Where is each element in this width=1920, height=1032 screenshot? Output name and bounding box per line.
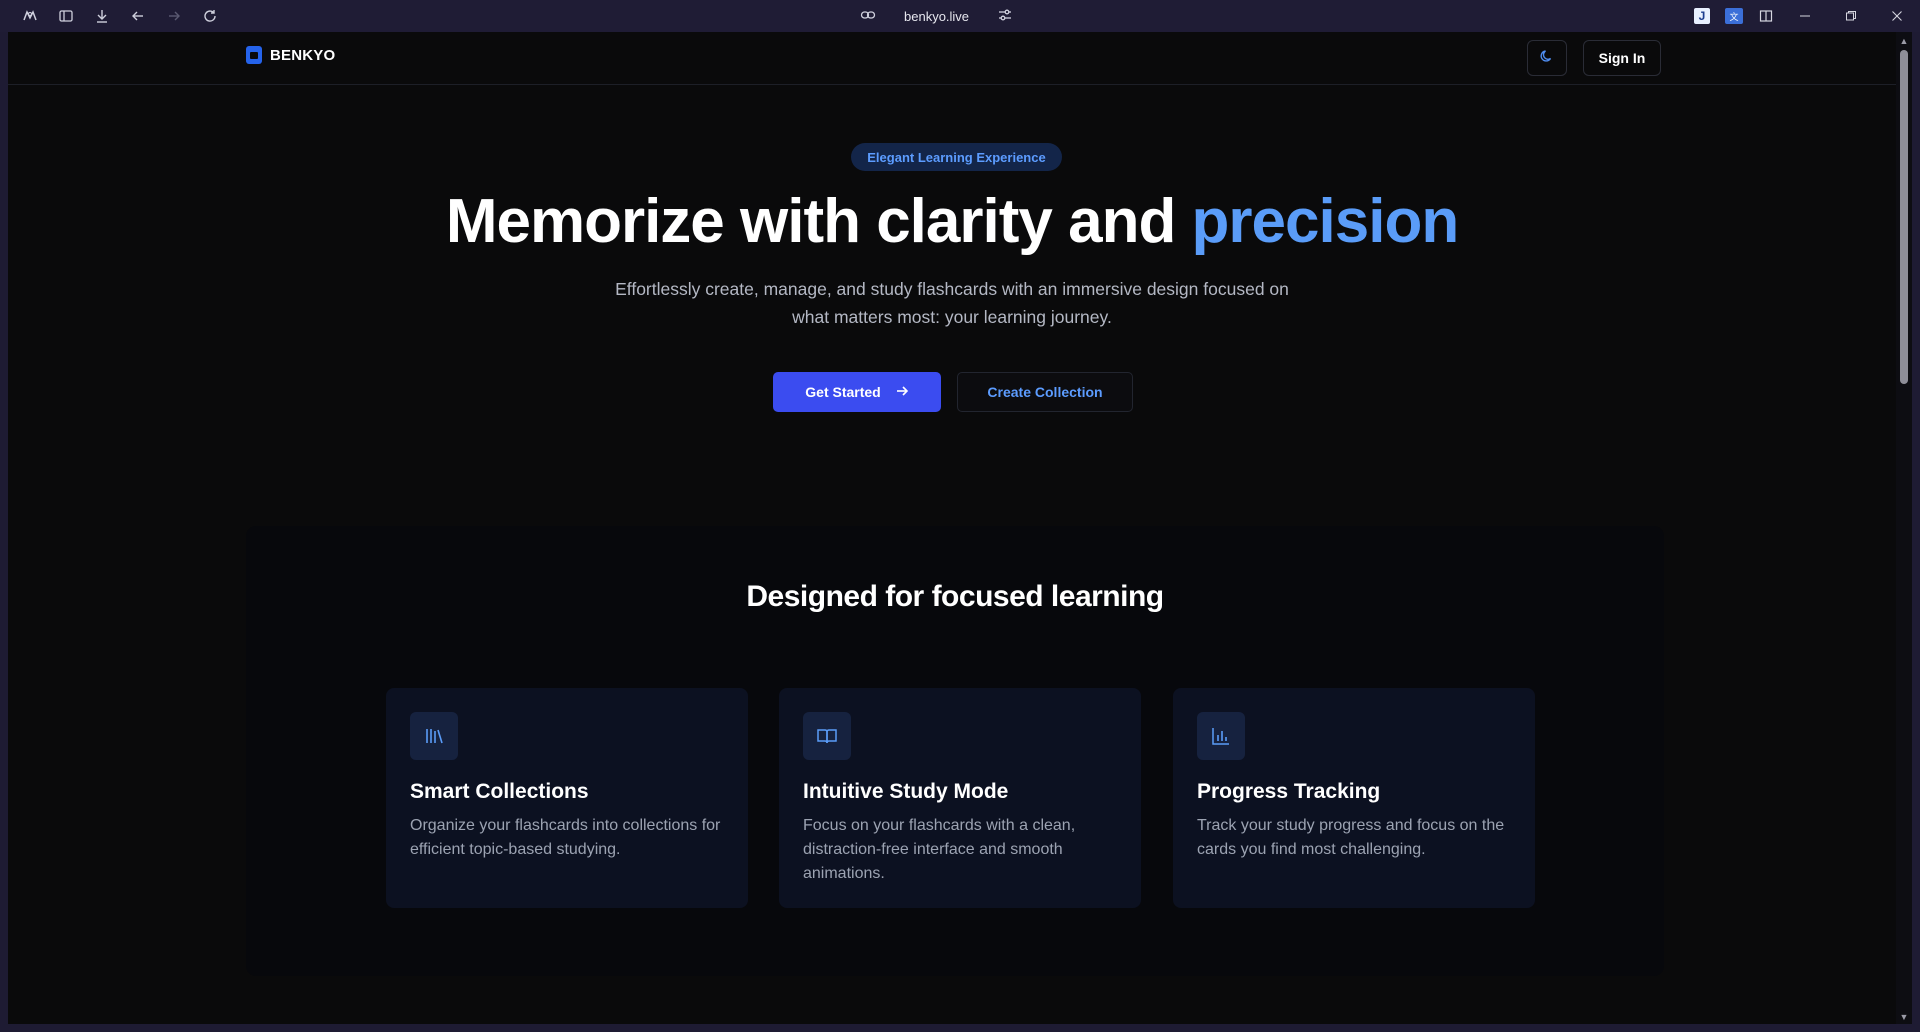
scroll-down-icon[interactable]: ▼ bbox=[1896, 1010, 1912, 1024]
back-icon[interactable] bbox=[120, 0, 156, 32]
card-text: Focus on your flashcards with a clean, d… bbox=[803, 817, 1076, 882]
book-open-icon bbox=[803, 712, 851, 760]
arrow-right-icon bbox=[895, 384, 909, 401]
features-title: Designed for focused learning bbox=[746, 580, 1164, 613]
extension-j-icon[interactable]: J bbox=[1686, 0, 1718, 32]
card-text: Organize your flashcards into collection… bbox=[410, 817, 721, 858]
forward-icon[interactable] bbox=[156, 0, 192, 32]
card-title: Progress Tracking bbox=[1197, 780, 1381, 803]
headline-main: Memorize with clarity and bbox=[445, 187, 1192, 256]
site-header: BENKYO Sign In bbox=[8, 32, 1896, 85]
get-started-button[interactable]: Get Started bbox=[773, 372, 941, 412]
create-collection-button[interactable]: Create Collection bbox=[957, 372, 1133, 412]
benkyo-logo-icon bbox=[246, 46, 262, 64]
address-bar[interactable]: benkyo.live bbox=[860, 0, 1013, 32]
card-text: Track your study progress and focus on t… bbox=[1197, 817, 1505, 858]
page-viewport: BENKYO Sign In Elegant Learning Experien… bbox=[8, 32, 1896, 1024]
moon-icon bbox=[1539, 48, 1555, 68]
feature-card-progress-tracking: Progress Tracking Track your study progr… bbox=[1173, 688, 1535, 908]
features-section: Designed for focused learning Smart Coll… bbox=[246, 526, 1664, 976]
vertical-scrollbar[interactable]: ▲ ▼ bbox=[1896, 32, 1912, 1024]
url-text[interactable]: benkyo.live bbox=[904, 9, 969, 24]
split-view-icon[interactable] bbox=[1750, 0, 1782, 32]
close-icon[interactable] bbox=[1874, 0, 1920, 32]
browser-toolbar: benkyo.live J 文 bbox=[0, 0, 1920, 32]
feature-card-smart-collections: Smart Collections Organize your flashcar… bbox=[386, 688, 748, 908]
workspaces-icon[interactable] bbox=[12, 0, 48, 32]
brand-logo[interactable]: BENKYO bbox=[246, 46, 335, 64]
hero-headline: Memorize with clarity and precision bbox=[8, 182, 1896, 262]
get-started-label: Get Started bbox=[805, 384, 881, 400]
hero-subtext: Effortlessly create, manage, and study f… bbox=[615, 279, 1289, 327]
library-icon bbox=[410, 712, 458, 760]
scroll-up-icon[interactable]: ▲ bbox=[1896, 34, 1912, 48]
link-icon[interactable] bbox=[860, 7, 876, 26]
brand-name: BENKYO bbox=[270, 46, 336, 64]
card-title: Intuitive Study Mode bbox=[803, 780, 1009, 803]
headline-accent: precision bbox=[1191, 187, 1460, 256]
card-title: Smart Collections bbox=[410, 780, 589, 803]
bar-chart-icon bbox=[1197, 712, 1245, 760]
reload-icon[interactable] bbox=[192, 0, 228, 32]
theme-toggle-button[interactable] bbox=[1527, 40, 1567, 76]
feature-card-study-mode: Intuitive Study Mode Focus on your flash… bbox=[779, 688, 1141, 908]
minimize-icon[interactable] bbox=[1782, 0, 1828, 32]
scrollbar-thumb[interactable] bbox=[1900, 50, 1908, 384]
site-settings-icon[interactable] bbox=[997, 7, 1013, 26]
translate-extension-icon[interactable]: 文 bbox=[1718, 0, 1750, 32]
sidebar-icon[interactable] bbox=[48, 0, 84, 32]
download-icon[interactable] bbox=[84, 0, 120, 32]
hero-badge: Elegant Learning Experience bbox=[851, 143, 1062, 171]
sign-in-button[interactable]: Sign In bbox=[1583, 40, 1661, 76]
restore-icon[interactable] bbox=[1828, 0, 1874, 32]
